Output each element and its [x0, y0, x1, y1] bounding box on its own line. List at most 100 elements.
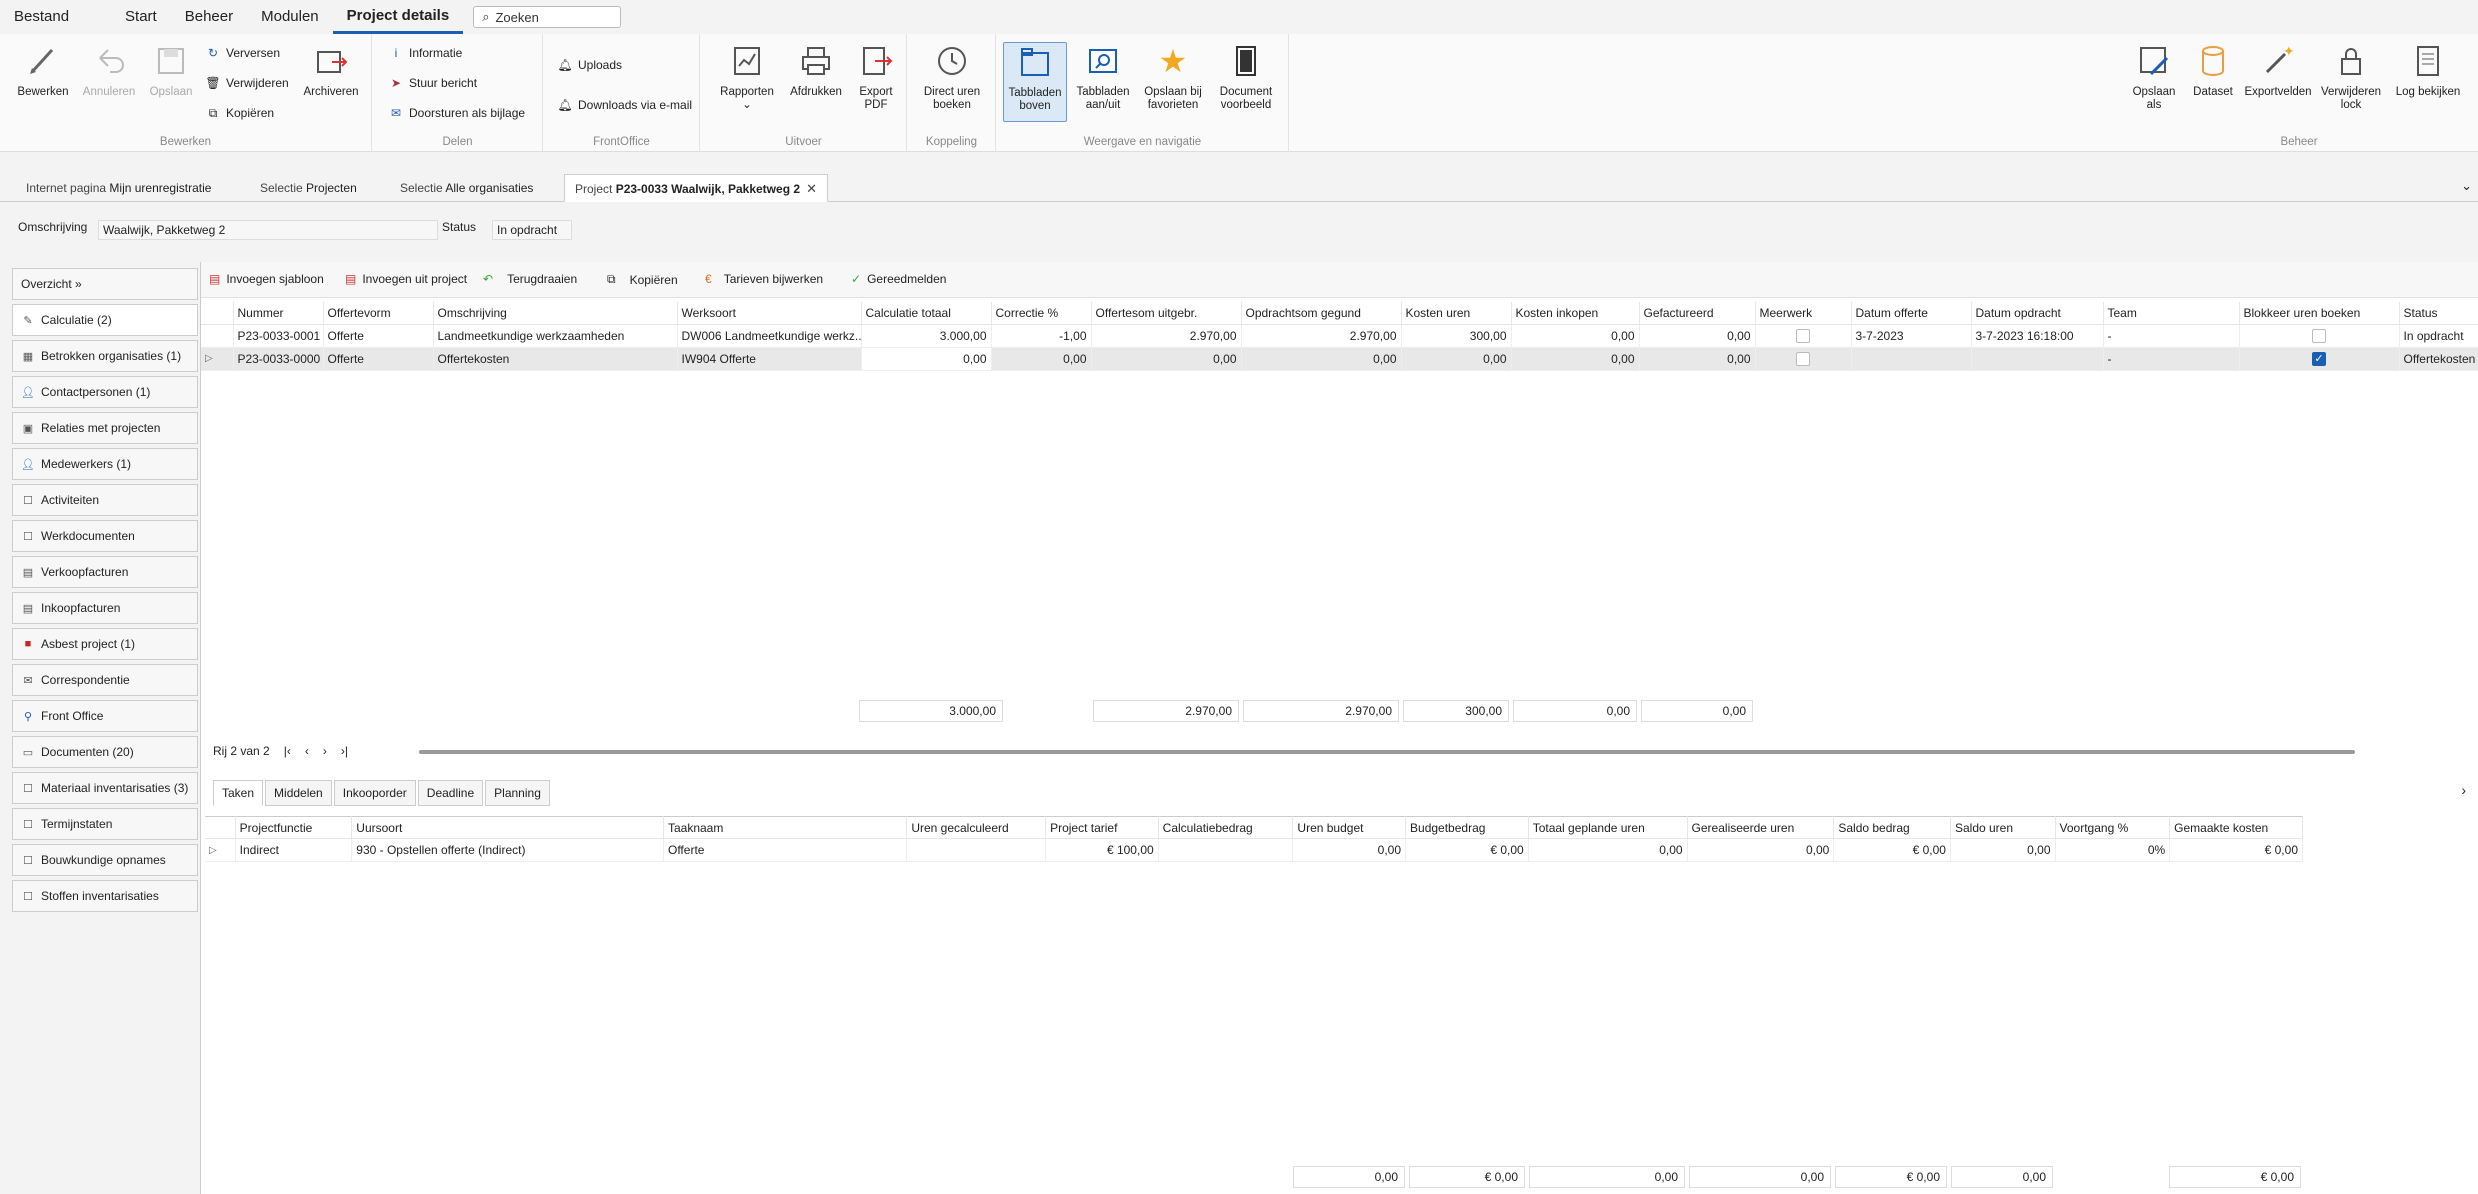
omschrijving-field[interactable]: Waalwijk, Pakketweg 2 — [98, 220, 438, 240]
table-cell[interactable]: - — [2103, 324, 2240, 348]
table-cell[interactable]: P23-0033-0000 — [233, 347, 324, 371]
column-header[interactable]: Uren gecalculeerd — [906, 816, 1047, 839]
table-cell[interactable]: 0,00 — [1241, 347, 1402, 371]
sidebar-item-6[interactable]: 👤︎ Medewerkers (1) — [12, 448, 198, 480]
table-cell[interactable]: 0,00 — [1292, 838, 1407, 862]
tabbladen-boven-button[interactable]: Tabbladen boven — [1003, 42, 1067, 122]
last-page-icon[interactable]: ›| — [341, 744, 348, 758]
table-cell[interactable] — [906, 838, 1047, 862]
tab-planning[interactable]: Planning — [485, 780, 550, 806]
column-header[interactable]: Datum offerte — [1851, 302, 1972, 325]
sidebar-item-9[interactable]: ▤ Verkoopfacturen — [12, 556, 198, 588]
checkbox[interactable]: ✓ — [2312, 351, 2326, 366]
row-expander[interactable] — [201, 324, 234, 348]
horizontal-scrollbar[interactable] — [419, 750, 2355, 754]
kopieren-toolbar-button[interactable]: ⧉ Kopiëren — [607, 272, 678, 287]
column-header[interactable]: Datum opdracht — [1971, 302, 2104, 325]
table-cell[interactable]: Landmeetkundige werkzaamheden — [433, 324, 678, 348]
table-cell[interactable]: 0,00 — [1639, 324, 1756, 348]
verwijderen-lock-button[interactable]: Verwijderen lock — [2318, 42, 2384, 112]
tab-taken[interactable]: Taken — [213, 780, 264, 806]
column-header[interactable]: Correctie % — [991, 302, 1092, 325]
sidebar-item-18[interactable]: ☐ Stoffen inventarisaties — [12, 880, 198, 912]
afdrukken-button[interactable]: Afdrukken — [785, 42, 847, 99]
table-cell[interactable]: 930 - Opstellen offerte (Indirect) — [351, 838, 664, 862]
table-cell[interactable]: 0,00 — [1091, 347, 1242, 371]
column-header[interactable]: Offertevorm — [323, 302, 434, 325]
table-cell[interactable]: 0,00 — [1950, 838, 2056, 862]
doorsturen-button[interactable]: ✉ Doorsturen als bijlage — [389, 106, 525, 120]
column-header[interactable]: Blokkeer uren boeken — [2239, 302, 2400, 325]
log-bekijken-button[interactable]: Log bekijken — [2390, 42, 2466, 99]
sidebar-item-8[interactable]: ☐ Werkdocumenten — [12, 520, 198, 552]
column-header[interactable]: Saldo uren — [1950, 816, 2056, 839]
status-field[interactable]: In opdracht — [492, 220, 572, 240]
column-header[interactable]: Omschrijving — [433, 302, 678, 325]
table-cell[interactable]: € 0,00 — [2169, 838, 2303, 862]
kopieren-button[interactable]: ⧉ Kopiëren — [206, 106, 274, 121]
table-cell[interactable]: 0,00 — [1528, 838, 1688, 862]
table-cell[interactable]: Offerte — [663, 838, 908, 862]
table-cell[interactable]: 0,00 — [1401, 347, 1512, 371]
column-header[interactable]: Team — [2103, 302, 2240, 325]
column-header[interactable]: Projectfunctie — [235, 816, 353, 839]
first-page-icon[interactable]: |‹ — [284, 744, 291, 758]
column-header[interactable]: Gemaakte kosten — [2169, 816, 2303, 839]
next-page-icon[interactable]: › — [323, 744, 327, 758]
table-cell[interactable]: Offertekosten — [2399, 347, 2478, 371]
column-header[interactable]: Calculatiebedrag — [1158, 816, 1294, 839]
table-cell[interactable]: € 100,00 — [1045, 838, 1159, 862]
tab-projecten[interactable]: Selectie Projecten — [250, 174, 367, 202]
sidebar-item-5[interactable]: ▣ Relaties met projecten — [12, 412, 198, 444]
sidebar-item-2[interactable]: ✎ Calculatie (2) — [12, 304, 198, 336]
informatie-button[interactable]: i Informatie — [389, 46, 463, 60]
table-cell[interactable]: IW904 Offerte — [677, 347, 862, 371]
meerwerk-checkbox-cell[interactable] — [1755, 324, 1852, 348]
table-cell[interactable]: 3.000,00 — [861, 324, 992, 348]
column-header[interactable]: Totaal geplande uren — [1528, 816, 1688, 839]
column-header[interactable]: Uursoort — [351, 816, 664, 839]
checkbox[interactable] — [1796, 328, 1810, 343]
opslaan-favorieten-button[interactable]: ★ Opslaan bij favorieten — [1139, 42, 1207, 112]
column-header[interactable]: Gerealiseerde uren — [1687, 816, 1835, 839]
table-cell[interactable]: 0% — [2055, 838, 2171, 862]
invoegen-uit-project-button[interactable]: ▤ Invoegen uit project — [345, 272, 467, 286]
column-header[interactable]: Budgetbedrag — [1405, 816, 1529, 839]
chevron-down-icon[interactable]: ⌄ — [2461, 178, 2472, 194]
table-cell[interactable]: 0,00 — [1511, 347, 1640, 371]
prev-page-icon[interactable]: ‹ — [305, 744, 309, 758]
rapporten-button[interactable]: Rapporten ⌄ — [715, 42, 779, 112]
column-header[interactable]: Calculatie totaal — [861, 302, 992, 325]
menu-modulen[interactable]: Modulen — [247, 0, 333, 34]
column-header[interactable]: Nummer — [233, 302, 324, 325]
column-header[interactable]: Kosten uren — [1401, 302, 1512, 325]
gereedmelden-button[interactable]: ✓ Gereedmelden — [851, 272, 946, 286]
sidebar-item-7[interactable]: ☐ Activiteiten — [12, 484, 198, 516]
tab-project[interactable]: Project P23-0033 Waalwijk, Pakketweg 2 ✕ — [564, 174, 828, 202]
stuur-bericht-button[interactable]: ➤ Stuur bericht — [389, 76, 477, 90]
chevron-right-icon[interactable]: › — [2461, 782, 2466, 798]
table-cell[interactable] — [1158, 838, 1294, 862]
tabbladen-aanuit-button[interactable]: Tabbladen aan/uit — [1073, 42, 1133, 112]
sidebar-item-4[interactable]: 👤︎ Contactpersonen (1) — [12, 376, 198, 408]
verwijderen-button[interactable]: 🗑 Verwijderen — [205, 76, 288, 90]
sidebar-item-14[interactable]: ▭ Documenten (20) — [12, 736, 198, 768]
table-row[interactable]: ▷ Indirect 930 - Opstellen offerte (Indire… — [205, 838, 2303, 862]
table-cell[interactable]: 2.970,00 — [1241, 324, 1402, 348]
downloads-button[interactable]: 🔔︎ Downloads via e-mail — [557, 98, 692, 112]
table-cell[interactable] — [1851, 347, 1972, 371]
exportvelden-button[interactable]: ✦ Exportvelden — [2244, 42, 2312, 99]
table-cell[interactable]: Indirect — [235, 838, 353, 862]
table-row[interactable]: P23-0033-0001 Offerte Landmeetkundige werk… — [201, 324, 2478, 348]
table-cell[interactable]: 0,00 — [861, 347, 992, 371]
blokkeer-checkbox-cell[interactable] — [2239, 324, 2400, 348]
row-expander[interactable]: ▷ — [201, 347, 234, 371]
table-cell[interactable]: 300,00 — [1401, 324, 1512, 348]
column-header[interactable]: Kosten inkopen — [1511, 302, 1640, 325]
table-cell[interactable] — [1971, 347, 2104, 371]
annuleren-button[interactable]: Annuleren — [78, 42, 140, 99]
export-pdf-button[interactable]: Export PDF — [851, 42, 901, 112]
dataset-button[interactable]: Dataset — [2188, 42, 2238, 99]
sidebar-item-16[interactable]: ☐ Termijnstaten — [12, 808, 198, 840]
column-header[interactable]: Werksoort — [677, 302, 862, 325]
